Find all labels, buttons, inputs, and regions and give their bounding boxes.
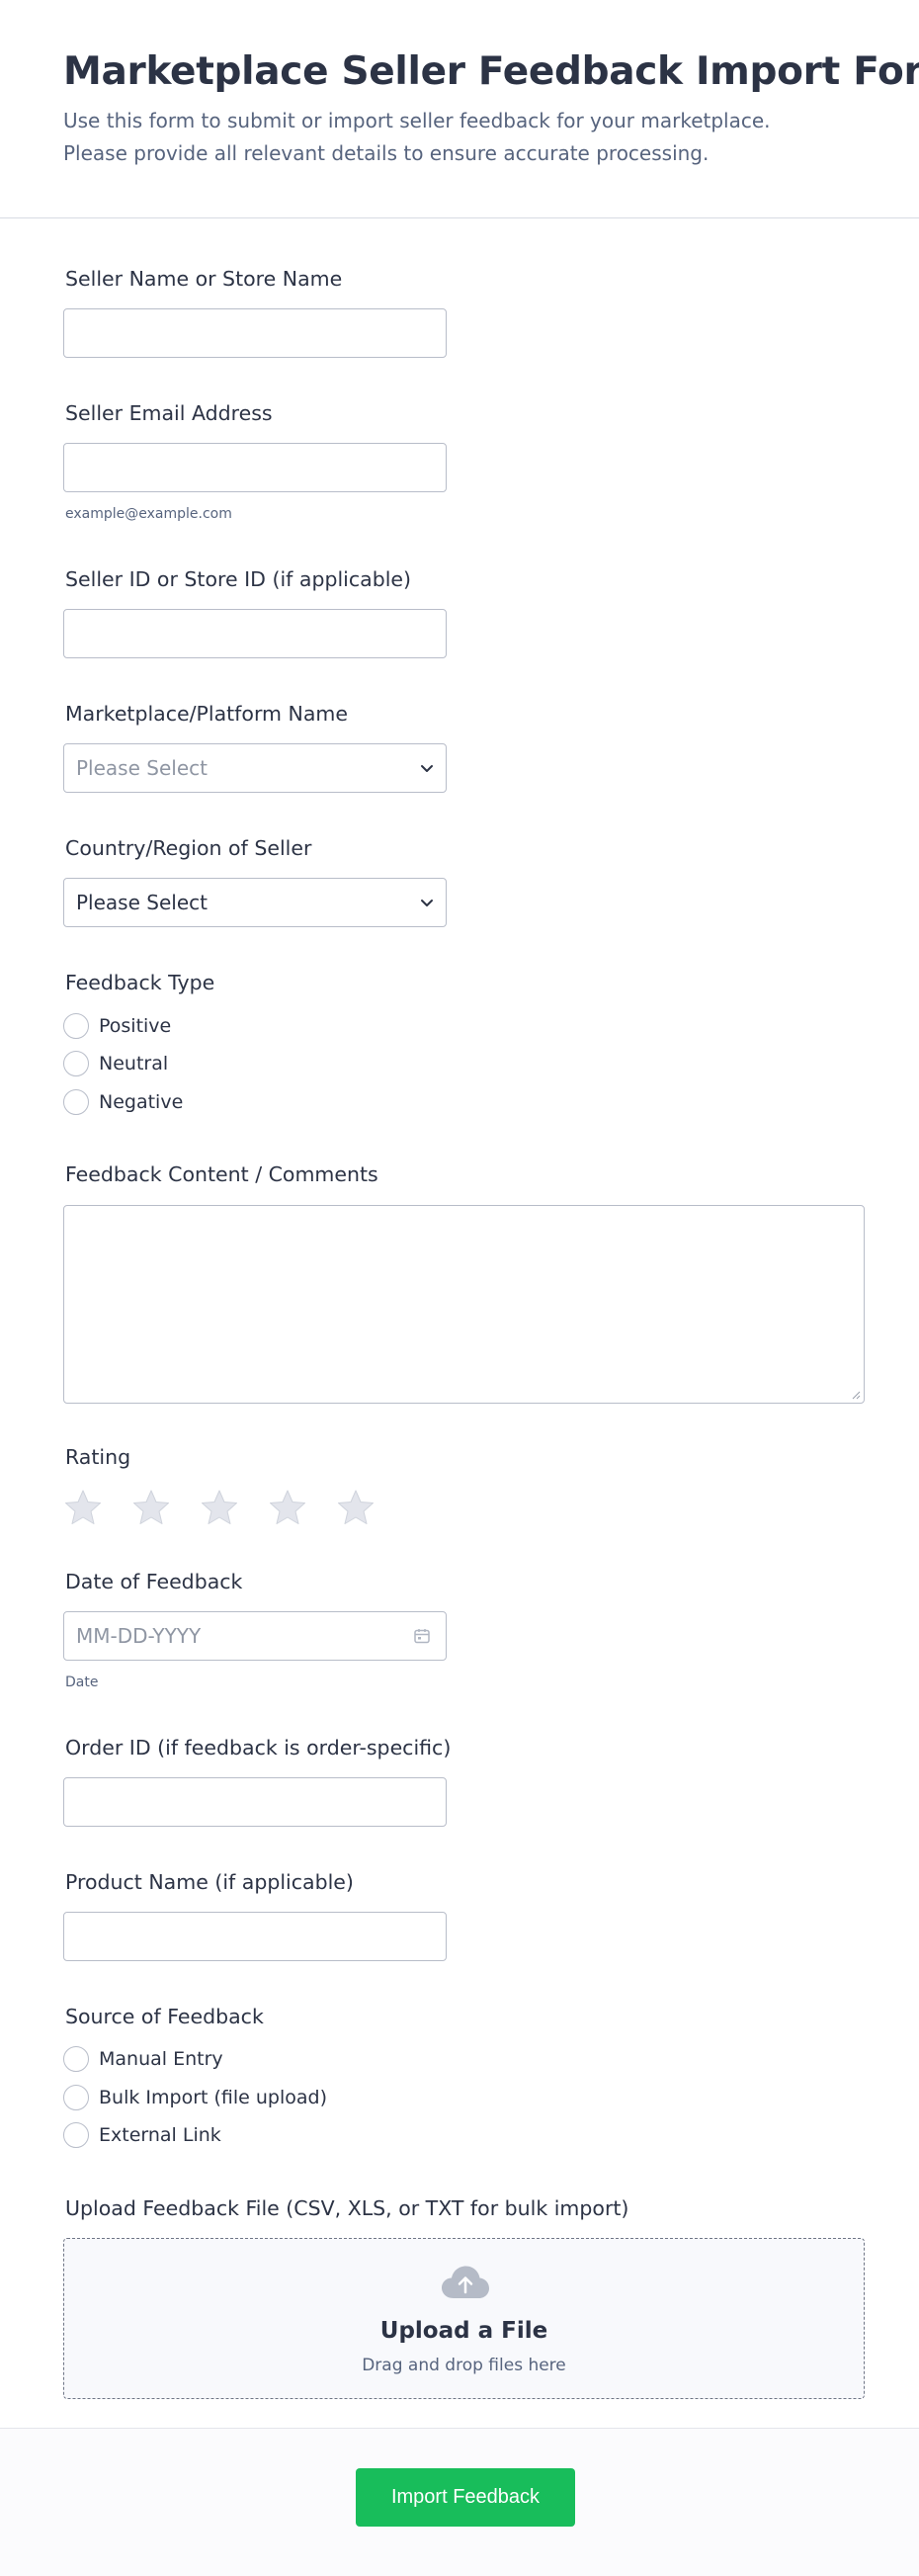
upload-hint: Drag and drop files here [362,2356,566,2375]
seller-email-sublabel: example@example.com [65,506,232,522]
import-feedback-button[interactable]: Import Feedback [356,2468,575,2527]
product-name-label: Product Name (if applicable) [65,1870,354,1894]
form-subtitle: Use this form to submit or import seller… [63,109,771,165]
order-id-label: Order ID (if feedback is order-specific) [65,1736,452,1760]
seller-id-input[interactable] [63,609,447,658]
rating-label: Rating [65,1445,131,1469]
marketplace-label: Marketplace/Platform Name [65,702,348,726]
feedback-date-sublabel: Date [65,1674,99,1690]
form-footer: Import Feedback [0,2428,919,2576]
feedback-date-input[interactable]: MM-DD-YYYY [63,1611,447,1661]
resize-handle-icon[interactable] [851,1390,861,1400]
marketplace-select[interactable]: Please Select [63,743,447,793]
seller-email-label: Seller Email Address [65,401,273,425]
star-icon[interactable] [268,1488,307,1527]
calendar-icon[interactable] [412,1626,432,1646]
radio-button[interactable] [63,1051,89,1076]
country-value: Please Select [76,891,208,914]
star-icon[interactable] [131,1488,171,1527]
cloud-upload-icon [442,2266,489,2298]
country-label: Country/Region of Seller [65,836,312,860]
file-upload-dropzone[interactable]: Upload a File Drag and drop files here [63,2238,865,2399]
radio-label: External Link [99,2124,221,2146]
feedback-date-label: Date of Feedback [65,1570,243,1593]
marketplace-placeholder: Please Select [76,756,208,780]
radio-button[interactable] [63,2085,89,2110]
radio-label: Neutral [99,1053,169,1074]
chevron-down-icon [421,900,433,906]
feedback-content-textarea[interactable] [63,1205,865,1404]
seller-email-input[interactable] [63,443,447,492]
seller-name-label: Seller Name or Store Name [65,267,343,291]
radio-button[interactable] [63,2122,89,2148]
feedback-type-label: Feedback Type [65,971,215,994]
star-icon[interactable] [63,1488,103,1527]
star-rating[interactable] [63,1488,404,1527]
radio-label: Manual Entry [99,2048,223,2070]
star-icon[interactable] [200,1488,239,1527]
form-title: Marketplace Seller Feedback Import Form [63,49,919,94]
star-icon[interactable] [336,1488,376,1527]
seller-name-input[interactable] [63,308,447,358]
seller-id-label: Seller ID or Store ID (if applicable) [65,567,412,591]
feedback-content-label: Feedback Content / Comments [65,1162,378,1186]
radio-manual-entry[interactable]: Manual Entry [63,2045,223,2073]
radio-positive[interactable]: Positive [63,1012,171,1040]
radio-external-link[interactable]: External Link [63,2121,221,2149]
order-id-input[interactable] [63,1777,447,1827]
radio-negative[interactable]: Negative [63,1088,183,1116]
source-label: Source of Feedback [65,2005,264,2028]
radio-button[interactable] [63,1089,89,1115]
date-placeholder: MM-DD-YYYY [76,1624,202,1648]
radio-label: Bulk Import (file upload) [99,2087,328,2108]
radio-label: Positive [99,1015,172,1037]
chevron-down-icon [421,765,433,772]
form-header: Marketplace Seller Feedback Import Form … [0,0,919,218]
radio-label: Negative [99,1091,184,1113]
country-select[interactable]: Please Select [63,878,447,927]
radio-button[interactable] [63,2046,89,2072]
radio-bulk-import[interactable]: Bulk Import (file upload) [63,2084,327,2111]
upload-title: Upload a File [379,2318,548,2344]
radio-neutral[interactable]: Neutral [63,1050,168,1077]
radio-button[interactable] [63,1013,89,1039]
upload-label: Upload Feedback File (CSV, XLS, or TXT f… [65,2196,629,2220]
product-name-input[interactable] [63,1912,447,1961]
